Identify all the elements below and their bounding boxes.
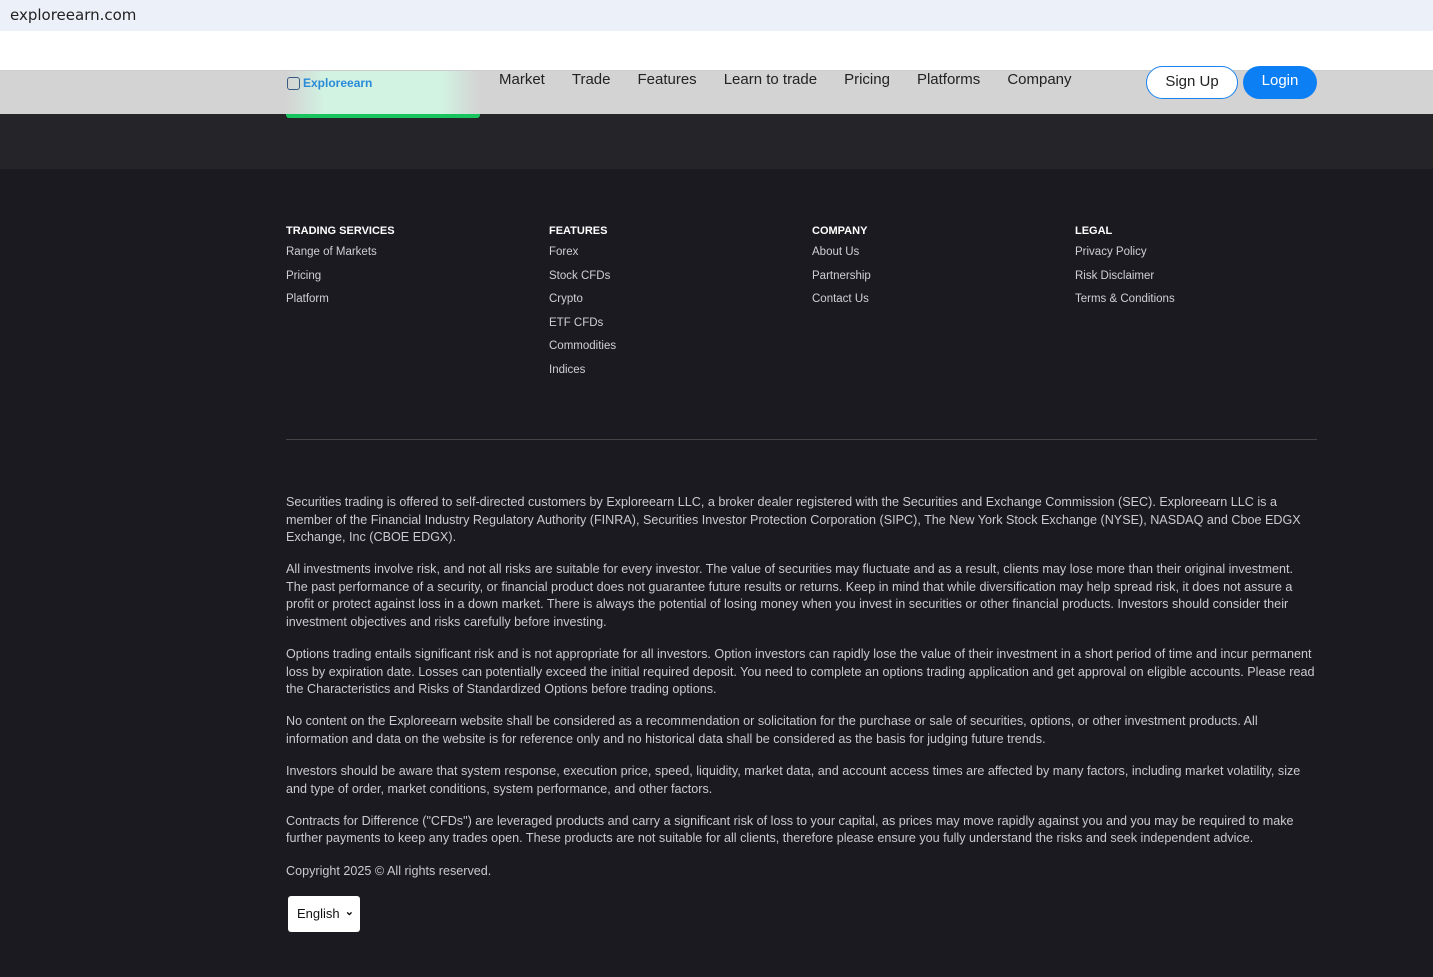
disclaimer-paragraph: Contracts for Difference ("CFDs") are le… [286, 813, 1294, 846]
column-title: FEATURES [549, 225, 608, 237]
footer-link[interactable]: Privacy Policy [1075, 246, 1338, 270]
page-band [0, 114, 1433, 169]
logo[interactable]: Exploreearn [286, 71, 480, 118]
disclaimer-paragraph: All investments involve risk, and not al… [286, 562, 1294, 630]
footer-link[interactable]: ETF CFDs [549, 317, 812, 341]
footer-link[interactable]: Forex [549, 246, 812, 270]
menu-market[interactable]: Market [499, 71, 545, 88]
login-button[interactable]: Login [1243, 66, 1317, 99]
language-select[interactable]: English ⌄ [288, 896, 360, 932]
menu-features[interactable]: Features [637, 71, 696, 88]
footer-link[interactable]: Terms & Conditions [1075, 293, 1338, 317]
footer-divider [286, 439, 1317, 440]
logo-text: Exploreearn [303, 76, 373, 90]
footer-column-trading: TRADING SERVICES Range of Markets Pricin… [286, 225, 549, 387]
footer-column-company: COMPANY About Us Partnership Contact Us [812, 225, 1075, 387]
url-text: exploreearn.com [10, 6, 137, 24]
disclaimer-paragraph: Investors should be aware that system re… [286, 764, 1301, 796]
column-title: LEGAL [1075, 225, 1113, 237]
footer-link[interactable]: Range of Markets [286, 246, 549, 270]
disclaimer-paragraph: Options trading entails significant risk… [286, 647, 1315, 697]
menu-learn[interactable]: Learn to trade [724, 71, 817, 88]
menu-platforms[interactable]: Platforms [917, 71, 980, 88]
footer-link[interactable]: Pricing [286, 270, 549, 294]
menu-company[interactable]: Company [1007, 71, 1071, 88]
footer-column-features: FEATURES Forex Stock CFDs Crypto ETF CFD… [549, 225, 812, 387]
footer-link[interactable]: Partnership [812, 270, 1075, 294]
menu-pricing[interactable]: Pricing [844, 71, 890, 88]
footer-column-legal: LEGAL Privacy Policy Risk Disclaimer Ter… [1075, 225, 1338, 387]
footer-link[interactable]: Commodities [549, 340, 812, 364]
column-title: COMPANY [812, 225, 868, 237]
footer-link[interactable]: Platform [286, 293, 549, 317]
signup-button[interactable]: Sign Up [1146, 66, 1238, 99]
footer-link[interactable]: Contact Us [812, 293, 1075, 317]
legal-disclaimer: Securities trading is offered to self-di… [286, 494, 1317, 895]
footer-link[interactable]: About Us [812, 246, 1075, 270]
disclaimer-paragraph: Securities trading is offered to self-di… [286, 495, 1301, 545]
column-title: TRADING SERVICES [286, 225, 395, 237]
footer-columns: TRADING SERVICES Range of Markets Pricin… [286, 225, 1338, 387]
logo-icon [287, 77, 300, 90]
disclaimer-paragraph: No content on the Exploreearn website sh… [286, 714, 1258, 747]
language-value: English [297, 906, 340, 921]
menu-trade[interactable]: Trade [572, 71, 611, 88]
chevron-down-icon: ⌄ [344, 906, 354, 918]
footer-link[interactable]: Stock CFDs [549, 270, 812, 294]
copyright: Copyright 2025 © All rights reserved. [286, 863, 492, 878]
main-menu: Market Trade Features Learn to trade Pri… [499, 71, 1072, 88]
footer-link[interactable]: Crypto [549, 293, 812, 317]
header-spacer [0, 31, 1433, 71]
footer-link[interactable]: Risk Disclaimer [1075, 270, 1338, 294]
footer-link[interactable]: Indices [549, 364, 812, 388]
address-bar[interactable]: exploreearn.com [0, 0, 1433, 31]
